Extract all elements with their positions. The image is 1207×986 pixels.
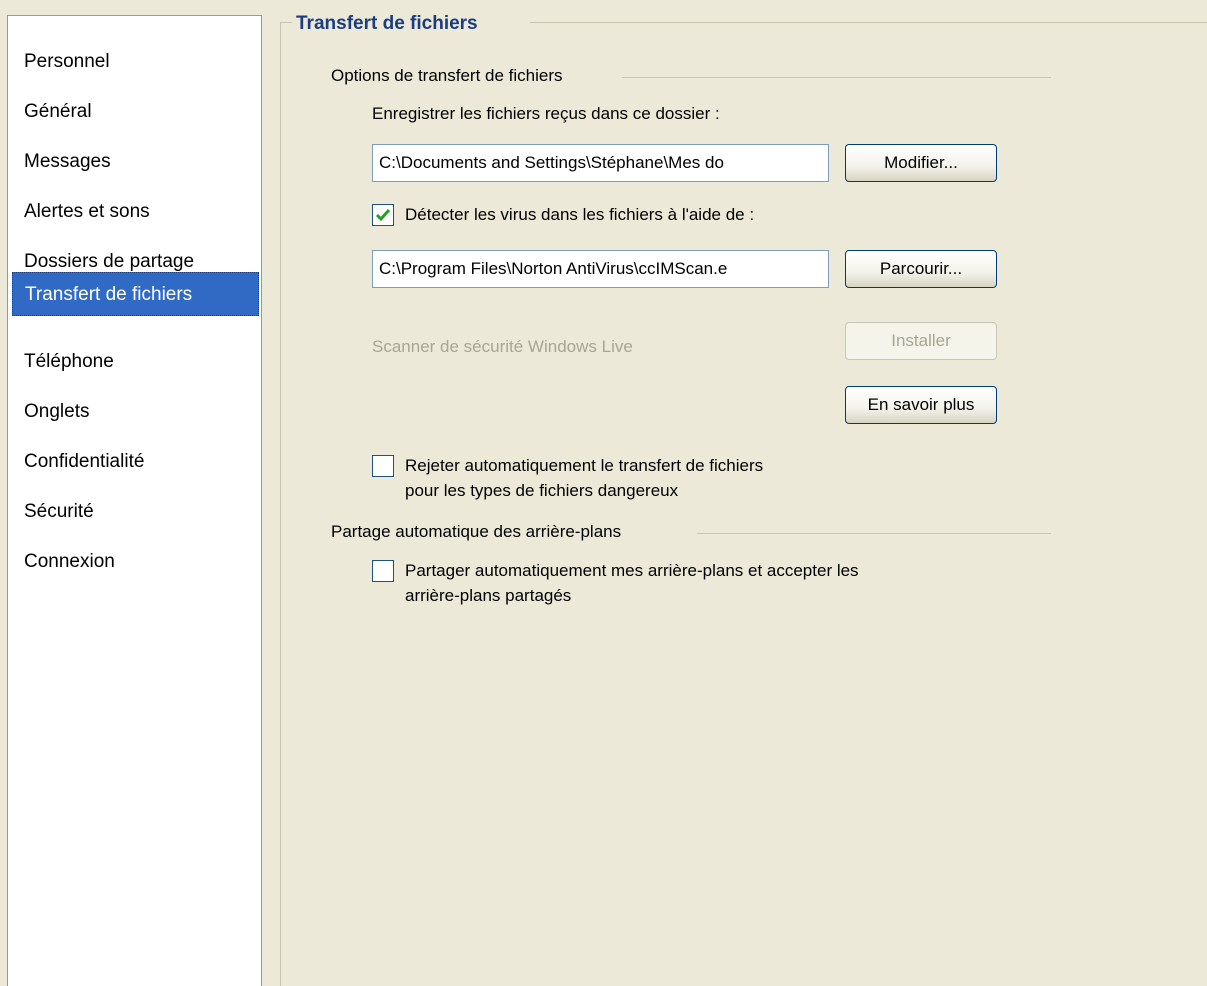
share-backgrounds-checkbox[interactable]	[372, 560, 394, 582]
file-options-heading: Options de transfert de fichiers	[331, 66, 563, 85]
modify-button[interactable]: Modifier...	[845, 144, 997, 182]
install-button[interactable]: Installer	[845, 322, 997, 360]
group-divider	[622, 77, 1051, 78]
learn-more-button[interactable]: En savoir plus	[845, 386, 997, 424]
sidebar-item-personnel[interactable]: Personnel	[12, 40, 259, 84]
panel-title-rule	[530, 22, 1207, 23]
browse-button[interactable]: Parcourir...	[845, 250, 997, 288]
options-category-list[interactable]: Personnel Général Messages Alertes et so…	[7, 15, 262, 986]
virus-check-label: Détecter les virus dans les fichiers à l…	[405, 205, 755, 224]
windows-live-scanner-label: Scanner de sécurité Windows Live	[372, 337, 633, 356]
reject-dangerous-files-checkbox[interactable]	[372, 455, 394, 477]
sidebar-item-alerts-sounds[interactable]: Alertes et sons	[12, 190, 259, 234]
sidebar-item-telephone[interactable]: Téléphone	[12, 340, 259, 384]
sidebar-item-general[interactable]: Général	[12, 90, 259, 134]
sidebar-item-messages[interactable]: Messages	[12, 140, 259, 184]
sidebar-item-privacy[interactable]: Confidentialité	[12, 440, 259, 484]
save-folder-label: Enregistrer les fichiers reçus dans ce d…	[372, 104, 720, 123]
panel-border	[280, 22, 281, 986]
background-sharing-heading: Partage automatique des arrière-plans	[331, 522, 622, 541]
reject-dangerous-files-label-line1: Rejeter automatiquement le transfert de …	[405, 456, 764, 475]
save-folder-field[interactable]	[372, 144, 829, 182]
sidebar-item-file-transfer[interactable]: Transfert de fichiers	[12, 272, 259, 316]
sidebar-item-tabs[interactable]: Onglets	[12, 390, 259, 434]
panel-border-corner	[280, 22, 292, 23]
reject-dangerous-files-label-line2: pour les types de fichiers dangereux	[405, 481, 679, 500]
page-title: Transfert de fichiers	[296, 13, 478, 34]
checkmark-icon	[375, 209, 391, 222]
group-divider	[697, 533, 1051, 534]
sidebar-item-security[interactable]: Sécurité	[12, 490, 259, 534]
sidebar-item-connection[interactable]: Connexion	[12, 540, 259, 584]
virus-scanner-path-field[interactable]	[372, 250, 829, 288]
virus-check-checkbox[interactable]	[372, 204, 394, 226]
share-backgrounds-label-line1: Partager automatiquement mes arrière-pla…	[405, 561, 859, 580]
share-backgrounds-label-line2: arrière-plans partagés	[405, 586, 572, 605]
